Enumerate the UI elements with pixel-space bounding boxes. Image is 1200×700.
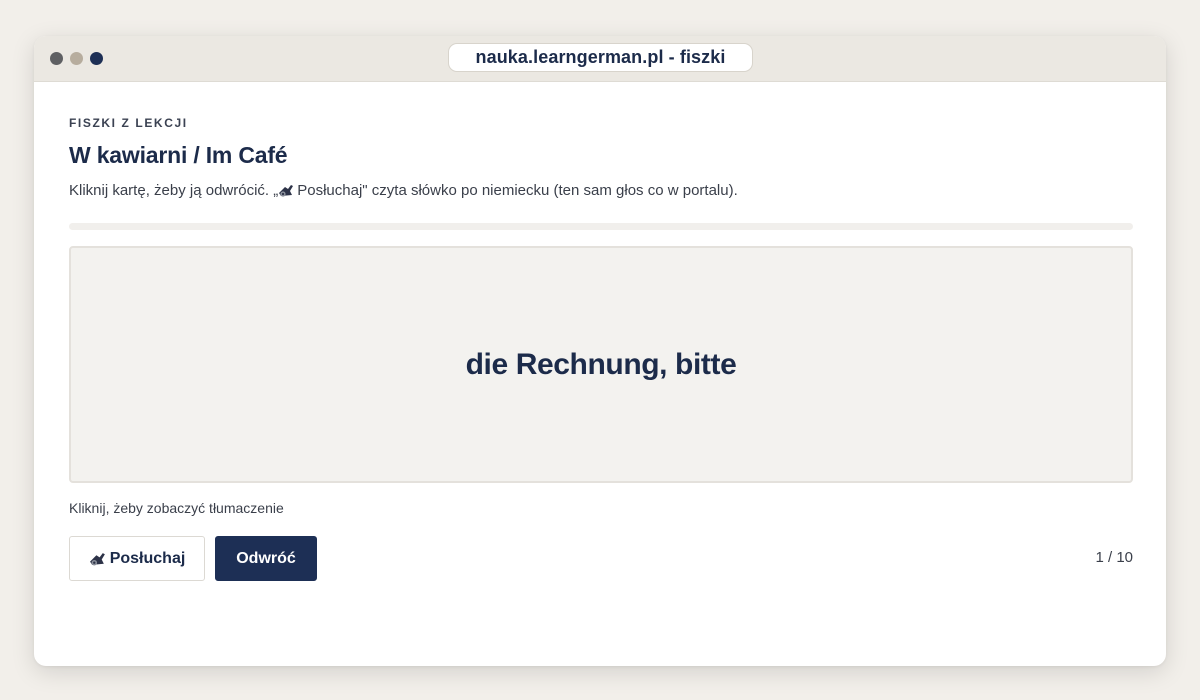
card-counter: 1 / 10 bbox=[1095, 549, 1133, 566]
title-bar: nauka.learngerman.pl - fiszki bbox=[34, 36, 1166, 82]
section-eyebrow: FISZKI Z LEKCJI bbox=[69, 116, 188, 130]
maximize-dot[interactable] bbox=[90, 52, 103, 65]
instructions-text-start: Kliknij kartę, żeby ją odwrócić. „ bbox=[69, 182, 279, 199]
flashcards-panel: FISZKI Z LEKCJI W kawiarni / Im Café Kli… bbox=[38, 86, 1164, 606]
flip-button[interactable]: Odwróć bbox=[215, 536, 317, 581]
listen-button-label: Posłuchaj bbox=[109, 549, 186, 567]
progress-bar bbox=[69, 223, 1133, 230]
speaker-icon bbox=[89, 551, 107, 567]
page-title: W kawiarni / Im Café bbox=[69, 142, 288, 168]
browser-window: nauka.learngerman.pl - fiszki FISZKI Z L… bbox=[34, 36, 1166, 666]
window-controls bbox=[50, 52, 103, 65]
speaker-icon bbox=[278, 183, 295, 198]
minimize-dot[interactable] bbox=[70, 52, 83, 65]
instructions: Kliknij kartę, żeby ją odwrócić. „ Posłuc… bbox=[69, 182, 738, 199]
address-bar[interactable]: nauka.learngerman.pl - fiszki bbox=[448, 43, 753, 72]
flip-hint: Kliknij, żeby zobaczyć tłumaczenie bbox=[69, 500, 284, 516]
instructions-text-end: Posłuchaj" czyta słówko po niemiecku (te… bbox=[297, 182, 738, 199]
close-dot[interactable] bbox=[50, 52, 63, 65]
flashcard[interactable]: die Rechnung, bitte bbox=[69, 246, 1133, 483]
flip-button-label: Odwróć bbox=[236, 549, 296, 567]
flashcard-word: die Rechnung, bitte bbox=[465, 347, 737, 381]
listen-button[interactable]: Posłuchaj bbox=[69, 536, 205, 581]
